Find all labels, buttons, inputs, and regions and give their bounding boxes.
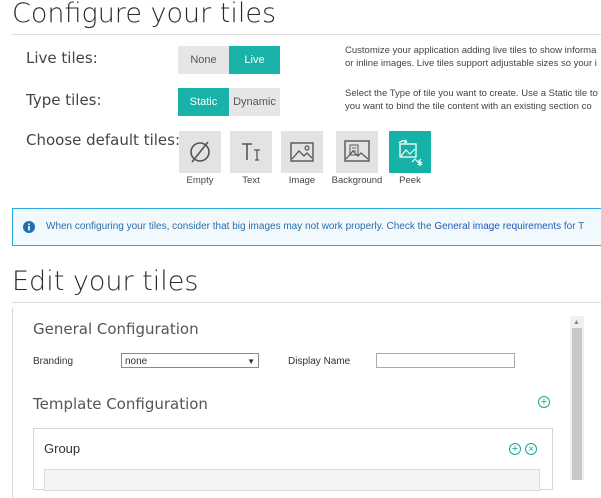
group-content-area — [44, 469, 540, 491]
tile-peek[interactable]: ✱ — [389, 131, 431, 173]
template-config-title: Template Configuration — [33, 395, 208, 413]
notice-text-wrap: When configuring your tiles, consider th… — [46, 221, 584, 232]
notice-suffix: for T — [561, 221, 585, 232]
image-icon — [290, 142, 314, 162]
image-notice: When configuring your tiles, consider th… — [12, 208, 601, 246]
notice-text: When configuring your tiles, consider th… — [46, 221, 435, 232]
tile-empty[interactable] — [179, 131, 221, 173]
remove-group-button[interactable]: × — [525, 443, 537, 455]
add-group-item-button[interactable]: + — [509, 443, 521, 455]
type-tiles-description: Select the Type of tile you want to crea… — [345, 88, 598, 112]
tile-empty-label: Empty — [186, 175, 214, 186]
svg-text:✱: ✱ — [417, 160, 423, 167]
background-icon — [344, 140, 370, 162]
tile-text-label: Text — [242, 175, 260, 186]
live-tiles-description: Customize your application adding live t… — [345, 45, 597, 69]
default-tiles-label: Choose default tiles: — [26, 131, 181, 149]
edit-divider — [12, 302, 601, 303]
general-config-title: General Configuration — [33, 320, 199, 338]
image-requirements-link[interactable]: General image requirements — [434, 221, 561, 232]
text-icon — [242, 143, 260, 161]
tile-image[interactable] — [281, 131, 323, 173]
live-tiles-live-option[interactable]: Live — [229, 46, 280, 74]
group-title: Group — [44, 441, 81, 456]
tile-text[interactable] — [230, 131, 272, 173]
empty-set-icon — [190, 141, 210, 163]
scrollbar-thumb[interactable] — [572, 328, 582, 480]
edit-title: Edit your tiles — [12, 266, 199, 297]
live-tiles-none-option[interactable]: None — [178, 46, 229, 74]
display-name-field[interactable] — [376, 353, 515, 368]
branding-select[interactable]: none ▼ — [121, 353, 259, 368]
type-tiles-dynamic-option[interactable]: Dynamic — [229, 88, 280, 116]
type-tiles-label: Type tiles: — [26, 91, 102, 109]
tile-peek-label: Peek — [399, 175, 421, 186]
tile-background[interactable] — [336, 131, 378, 173]
scroll-up-icon[interactable]: ▲ — [573, 319, 580, 326]
live-tiles-label: Live tiles: — [26, 49, 98, 67]
peek-icon: ✱ — [398, 139, 423, 167]
tile-image-label: Image — [288, 175, 316, 186]
info-icon — [23, 221, 35, 233]
branding-value: none — [125, 356, 148, 367]
chevron-down-icon: ▼ — [247, 357, 255, 366]
type-tiles-static-option[interactable]: Static — [178, 88, 229, 116]
configure-divider — [12, 34, 601, 35]
edit-scrollbar[interactable]: ▲ — [570, 316, 584, 480]
tile-background-label: Background — [331, 175, 383, 186]
branding-label: Branding — [33, 356, 74, 367]
configure-title: Configure your tiles — [12, 0, 277, 29]
display-name-label: Display Name — [288, 356, 351, 367]
add-template-button[interactable]: + — [538, 396, 550, 408]
